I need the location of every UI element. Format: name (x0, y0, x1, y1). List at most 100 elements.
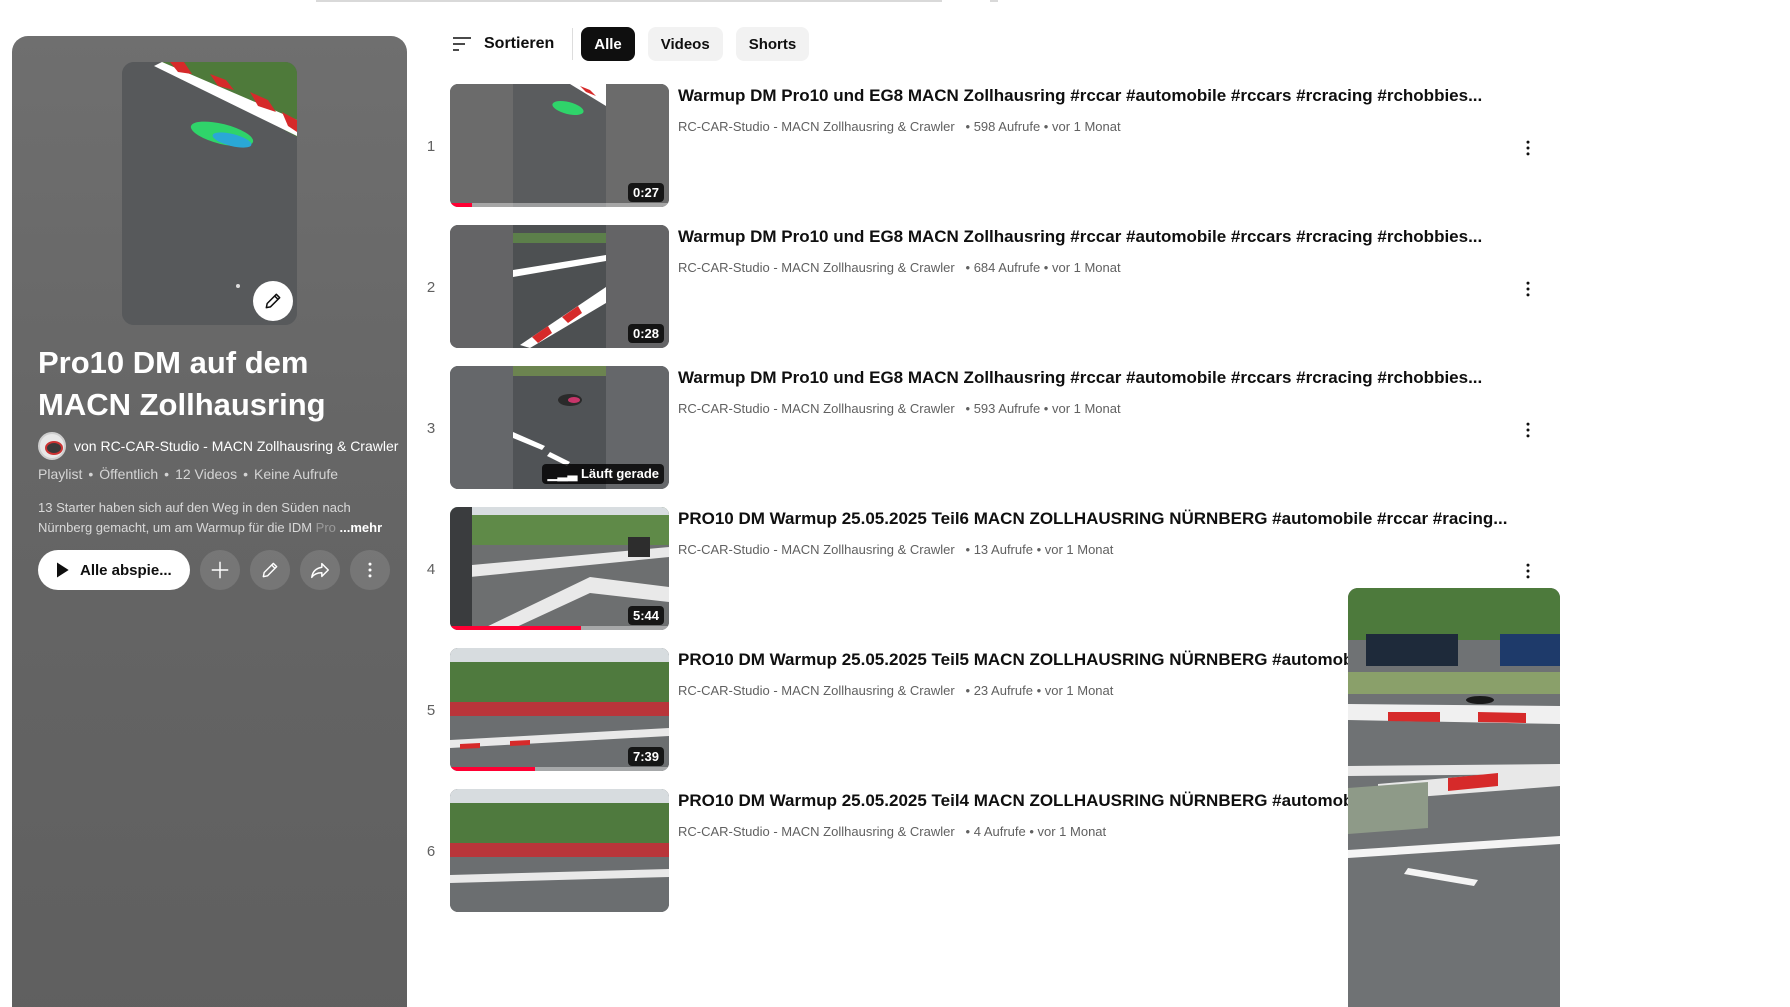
playlist-view-count: Keine Aufrufe (253, 466, 339, 482)
video-stats: • 13 Aufrufe • vor 1 Monat (965, 542, 1114, 557)
playlist-actions: Alle abspie... (38, 550, 390, 590)
watch-progress-fill (450, 767, 536, 771)
pencil-icon (262, 562, 278, 578)
meta-separator: • (164, 466, 170, 482)
video-duration: 0:28 (627, 324, 664, 343)
now-playing-badge: ▁▂▃ Läuft gerade (542, 464, 664, 484)
video-index: 5 (426, 702, 436, 719)
watch-progress-fill (450, 203, 472, 207)
video-channel[interactable]: RC-CAR-Studio - MACN Zollhausring & Craw… (678, 683, 955, 698)
video-subtitle: RC-CAR-Studio - MACN Zollhausring & Craw… (678, 260, 1121, 275)
play-icon (57, 562, 69, 578)
playlist-header-panel: Pro10 DM auf dem MACN Zollhausring von R… (12, 36, 407, 1007)
playlist-video-count: 12 Videos (175, 466, 238, 482)
sort-label: Sortieren (484, 35, 555, 52)
video-channel[interactable]: RC-CAR-Studio - MACN Zollhausring & Craw… (678, 824, 955, 839)
video-title[interactable]: Warmup DM Pro10 und EG8 MACN Zollhausrin… (678, 86, 1508, 106)
more-vertical-icon (1526, 563, 1530, 579)
chip-all[interactable]: Alle (581, 27, 635, 61)
playlist-meta: Playlist • Öffentlich • 12 Videos • Kein… (38, 466, 338, 482)
playlist-owner[interactable]: von RC-CAR-Studio - MACN Zollhausring & … (38, 432, 398, 460)
playlist-type: Playlist (38, 466, 83, 482)
share-icon (310, 562, 329, 579)
video-stats: • 593 Aufrufe • vor 1 Monat (965, 401, 1121, 416)
video-stats: • 598 Aufrufe • vor 1 Monat (965, 119, 1121, 134)
watch-progress-bar (450, 203, 669, 207)
video-index: 4 (426, 561, 436, 578)
video-thumbnail[interactable]: 7:39 (450, 648, 669, 771)
video-menu-button[interactable] (1516, 559, 1540, 583)
top-scroll-indicator (316, 0, 942, 2)
video-title[interactable]: Warmup DM Pro10 und EG8 MACN Zollhausrin… (678, 368, 1508, 388)
more-vertical-icon (1526, 422, 1530, 438)
chip-divider (572, 28, 574, 60)
video-index: 1 (426, 138, 436, 155)
playlist-description[interactable]: 13 Starter haben sich auf den Weg in den… (38, 498, 388, 538)
playlist-video-row[interactable]: 3 ▁▂▃ Läuft gerade Warmup DM Pro10 und E… (412, 366, 1552, 507)
video-thumbnail[interactable]: ▁▂▃ Läuft gerade (450, 366, 669, 489)
video-thumbnail[interactable] (450, 789, 669, 912)
video-title[interactable]: Warmup DM Pro10 und EG8 MACN Zollhausrin… (678, 227, 1508, 247)
sort-button[interactable]: Sortieren (450, 32, 554, 56)
watch-progress-fill (450, 626, 582, 630)
video-menu-button[interactable] (1516, 136, 1540, 160)
watch-progress-bar (450, 767, 669, 771)
video-duration: 0:27 (627, 183, 664, 202)
video-duration: 5:44 (627, 606, 664, 625)
video-channel[interactable]: RC-CAR-Studio - MACN Zollhausring & Craw… (678, 542, 955, 557)
description-more-link[interactable]: ...mehr (340, 520, 383, 535)
share-button[interactable] (299, 550, 340, 590)
plus-icon (211, 561, 228, 579)
meta-separator: • (243, 466, 248, 482)
video-index: 2 (426, 279, 436, 296)
filter-bar: Sortieren Alle Videos Shorts (450, 27, 822, 61)
playlist-description-text: 13 Starter haben sich auf den Weg in den… (38, 500, 351, 535)
video-stats: • 684 Aufrufe • vor 1 Monat (965, 260, 1121, 275)
video-subtitle: RC-CAR-Studio - MACN Zollhausring & Craw… (678, 824, 1106, 839)
playlist-video-row[interactable]: 1 0:27 Warmup DM Pro10 und EG8 MACN Zoll… (412, 84, 1552, 225)
edit-playlist-button[interactable] (249, 550, 290, 590)
video-subtitle: RC-CAR-Studio - MACN Zollhausring & Craw… (678, 542, 1113, 557)
video-thumbnail-image (450, 789, 669, 912)
video-thumbnail[interactable]: 0:28 (450, 225, 669, 348)
play-all-button[interactable]: Alle abspie... (38, 550, 190, 590)
chip-videos[interactable]: Videos (647, 27, 723, 61)
playlist-owner-name[interactable]: von RC-CAR-Studio - MACN Zollhausring & … (74, 438, 398, 454)
playlist-description-fade: Pro (315, 520, 336, 535)
video-channel[interactable]: RC-CAR-Studio - MACN Zollhausring & Craw… (678, 119, 955, 134)
video-thumbnail[interactable]: 5:44 (450, 507, 669, 630)
video-duration: 7:39 (627, 747, 664, 766)
add-to-library-button[interactable] (199, 550, 240, 590)
video-index: 6 (426, 843, 436, 860)
mini-player[interactable] (1348, 588, 1560, 1007)
video-thumbnail[interactable]: 0:27 (450, 84, 669, 207)
video-channel[interactable]: RC-CAR-Studio - MACN Zollhausring & Craw… (678, 260, 955, 275)
more-actions-button[interactable] (349, 550, 390, 590)
edit-thumbnail-button[interactable] (253, 281, 293, 321)
mini-player-video (1348, 588, 1560, 1007)
play-all-label: Alle abspie... (80, 561, 172, 579)
more-vertical-icon (1526, 281, 1530, 297)
meta-separator: • (88, 466, 94, 482)
video-menu-button[interactable] (1516, 418, 1540, 442)
video-stats: • 4 Aufrufe • vor 1 Monat (965, 824, 1107, 839)
chip-shorts[interactable]: Shorts (735, 27, 810, 61)
video-index: 3 (426, 420, 436, 437)
channel-avatar[interactable] (38, 432, 66, 460)
more-vertical-icon (368, 562, 372, 578)
pencil-icon (265, 293, 281, 309)
playlist-video-row[interactable]: 2 0:28 Warmup DM Pro10 und EG8 MACN Zoll… (412, 225, 1552, 366)
sort-icon (453, 37, 471, 51)
playlist-title: Pro10 DM auf dem MACN Zollhausring (38, 345, 326, 422)
video-channel[interactable]: RC-CAR-Studio - MACN Zollhausring & Craw… (678, 401, 955, 416)
video-subtitle: RC-CAR-Studio - MACN Zollhausring & Craw… (678, 683, 1113, 698)
video-menu-button[interactable] (1516, 277, 1540, 301)
watch-progress-bar (450, 626, 669, 630)
video-title[interactable]: PRO10 DM Warmup 25.05.2025 Teil6 MACN ZO… (678, 509, 1508, 529)
video-subtitle: RC-CAR-Studio - MACN Zollhausring & Craw… (678, 119, 1121, 134)
playlist-visibility[interactable]: Öffentlich (99, 466, 158, 482)
video-subtitle: RC-CAR-Studio - MACN Zollhausring & Craw… (678, 401, 1121, 416)
more-vertical-icon (1526, 140, 1530, 156)
now-playing-label: Läuft gerade (580, 466, 659, 481)
top-scroll-indicator-dot (990, 0, 998, 2)
